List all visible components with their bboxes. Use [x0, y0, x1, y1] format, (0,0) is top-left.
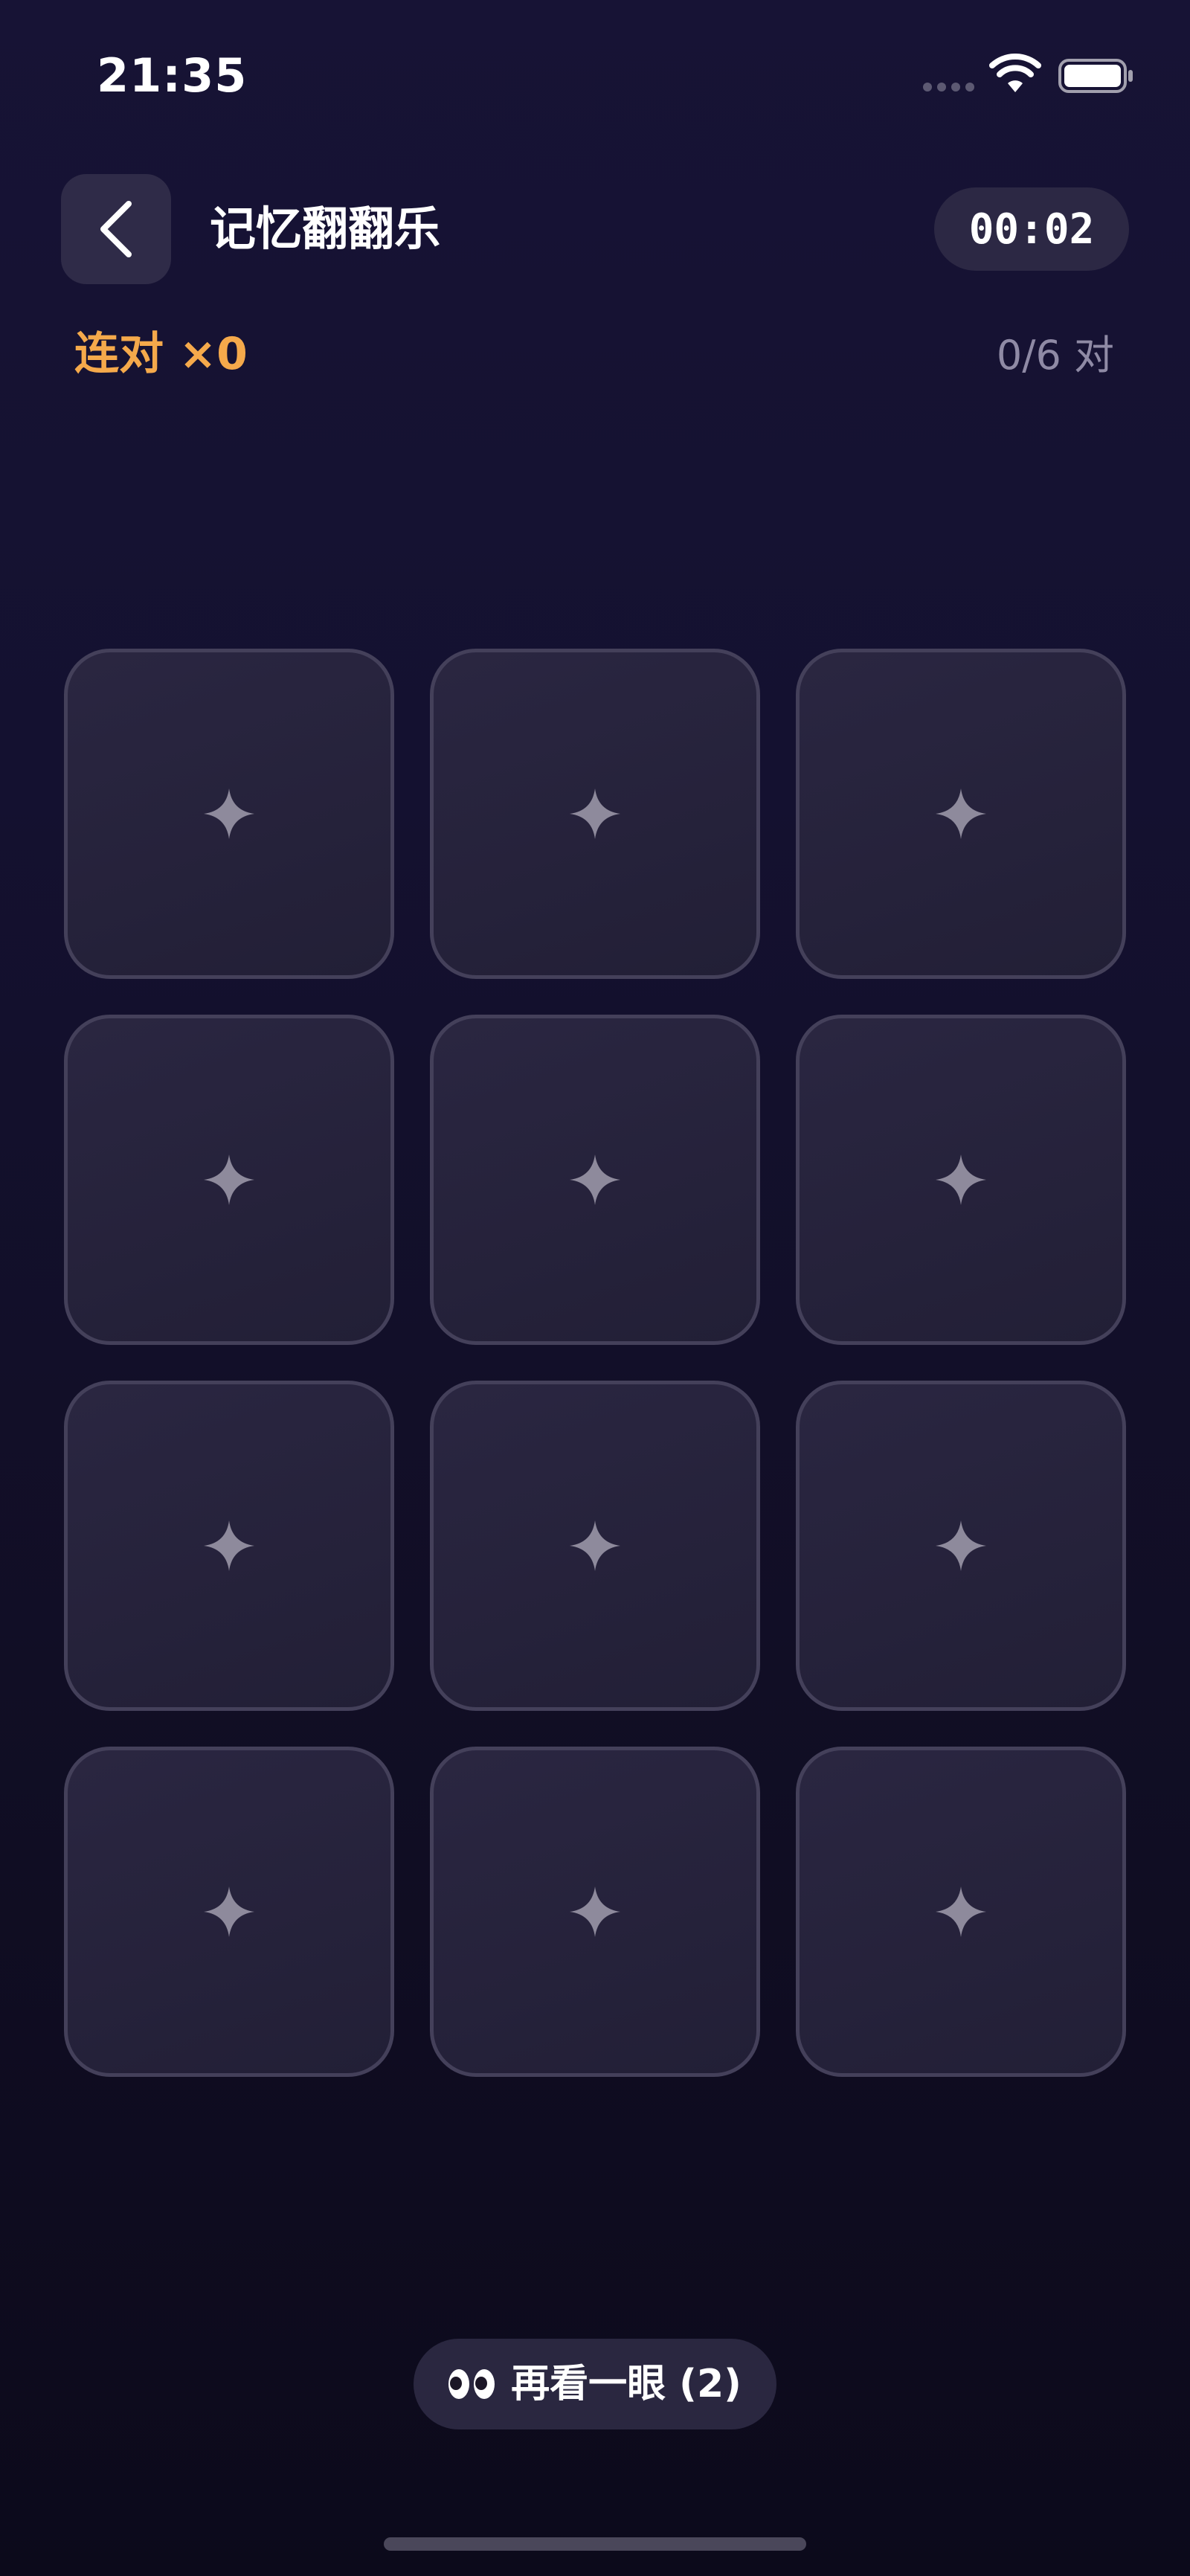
- battery-icon: [1058, 59, 1133, 93]
- pairs-progress: 0/6 对: [996, 332, 1114, 379]
- memory-card[interactable]: [430, 1747, 760, 2077]
- memory-card[interactable]: [64, 649, 394, 979]
- sparkle-icon: [204, 1886, 254, 1937]
- memory-card[interactable]: [64, 1015, 394, 1345]
- chevron-left-icon: [100, 201, 132, 257]
- memory-card[interactable]: [796, 1747, 1126, 2077]
- memory-card[interactable]: [64, 1381, 394, 1711]
- page-title: 记忆翻翻乐: [210, 202, 441, 256]
- peek-button[interactable]: 再看一眼 (2): [414, 2339, 776, 2429]
- back-button[interactable]: [61, 174, 171, 284]
- sparkle-icon: [936, 1520, 986, 1571]
- sparkle-icon: [570, 1520, 620, 1571]
- sparkle-icon: [570, 1154, 620, 1205]
- memory-card[interactable]: [796, 1381, 1126, 1711]
- timer-badge: 00:02: [934, 187, 1129, 271]
- memory-card[interactable]: [430, 1381, 760, 1711]
- sparkle-icon: [936, 1154, 986, 1205]
- memory-card[interactable]: [796, 1015, 1126, 1345]
- cellular-signal-icon: [923, 83, 974, 91]
- sparkle-icon: [204, 1154, 254, 1205]
- home-indicator: [384, 2537, 806, 2551]
- sparkle-icon: [204, 788, 254, 839]
- memory-card[interactable]: [796, 649, 1126, 979]
- status-time: 21:35: [97, 48, 248, 103]
- eyes-icon: [448, 2369, 495, 2399]
- memory-card[interactable]: [430, 1015, 760, 1345]
- sparkle-icon: [936, 788, 986, 839]
- sparkle-icon: [570, 1886, 620, 1937]
- memory-card[interactable]: [430, 649, 760, 979]
- sparkle-icon: [936, 1886, 986, 1937]
- card-grid: [64, 649, 1126, 2077]
- sparkle-icon: [204, 1520, 254, 1571]
- combo-counter: 连对 ×0: [74, 328, 248, 380]
- memory-card[interactable]: [64, 1747, 394, 2077]
- wifi-icon: [989, 54, 1041, 92]
- peek-button-label: 再看一眼 (2): [511, 2362, 742, 2406]
- sparkle-icon: [570, 788, 620, 839]
